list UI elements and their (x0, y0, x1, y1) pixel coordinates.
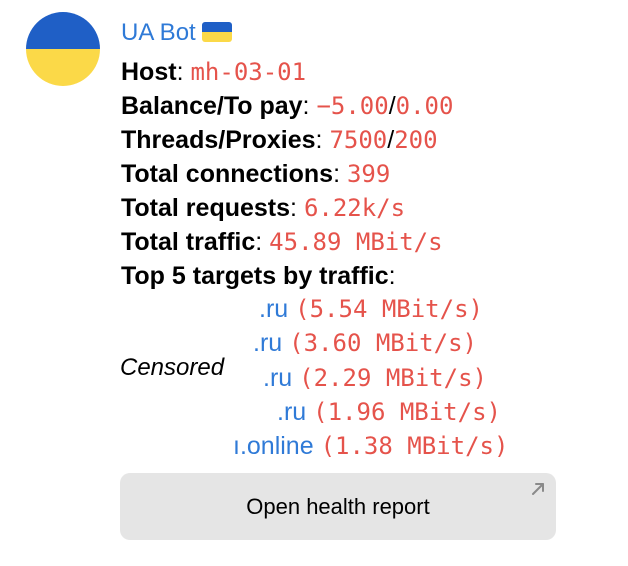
threads-value: 7500 (329, 126, 388, 154)
balance-separator: / (388, 92, 396, 120)
target-row: .ru (2.29 MBit/s) (263, 361, 487, 395)
target-domain-link[interactable]: .ru (277, 398, 306, 426)
host-label: Host (121, 58, 177, 86)
connections-label: Total connections (121, 160, 334, 188)
top-targets-label: Top 5 targets by traffic (121, 262, 389, 290)
target-row: .ru (3.60 MBit/s) (253, 326, 477, 360)
connections-value: 399 (346, 160, 391, 188)
sender-name-row[interactable]: UA Bot (121, 17, 232, 49)
target-rate: (1.96 MBit/s) (313, 398, 501, 426)
avatar[interactable] (26, 12, 100, 86)
target-rate: (2.29 MBit/s) (299, 364, 487, 392)
avatar-blue-half (26, 12, 100, 49)
target-domain-link[interactable]: ı.online (233, 432, 314, 460)
balance-label: Balance/To pay (121, 92, 303, 120)
proxies-value: 200 (394, 126, 438, 154)
balance-value: −5.00 (316, 92, 389, 120)
open-health-report-button[interactable]: Open health report (120, 473, 556, 540)
host-value: mh-03-01 (190, 58, 307, 86)
censored-note: Censored (120, 354, 225, 381)
traffic-value: 45.89 MBit/s (269, 228, 443, 256)
external-link-arrow-icon (532, 483, 544, 495)
balance-line: Balance/To pay: −5.00/0.00 (121, 92, 454, 120)
traffic-label: Total traffic (121, 228, 256, 256)
traffic-line: Total traffic: 45.89 MBit/s (121, 228, 443, 256)
requests-value: 6.22k/s (303, 194, 406, 222)
target-domain-link[interactable]: .ru (253, 329, 282, 357)
target-row: ı.online (1.38 MBit/s) (233, 429, 508, 463)
ukraine-flag-icon (201, 22, 232, 42)
target-rate: (1.38 MBit/s) (320, 432, 509, 460)
host-line: Host: mh-03-01 (121, 58, 307, 86)
requests-line: Total requests: 6.22k/s (121, 194, 406, 222)
top-targets-line: Top 5 targets by traffic: (121, 262, 396, 290)
threads-line: Threads/Proxies: 7500/200 (121, 126, 438, 154)
sender-name[interactable]: UA Bot (121, 19, 196, 46)
target-domain-link[interactable]: .ru (263, 364, 292, 392)
target-rate: (3.60 MBit/s) (289, 329, 477, 357)
target-domain-link[interactable]: .ru (259, 295, 288, 323)
bot-message: UA Bot Host: mh-03-01 Balance/To pay: −5… (0, 0, 628, 566)
connections-line: Total connections: 399 (121, 160, 391, 188)
avatar-yellow-half (26, 49, 100, 86)
target-row: .ru (1.96 MBit/s) (277, 395, 501, 429)
open-health-report-label: Open health report (246, 493, 430, 519)
target-rate: (5.54 MBit/s) (295, 295, 483, 323)
target-row: .ru (5.54 MBit/s) (259, 292, 483, 326)
to-pay-value: 0.00 (395, 92, 454, 120)
requests-label: Total requests (121, 194, 291, 222)
threads-label: Threads/Proxies (121, 126, 316, 154)
